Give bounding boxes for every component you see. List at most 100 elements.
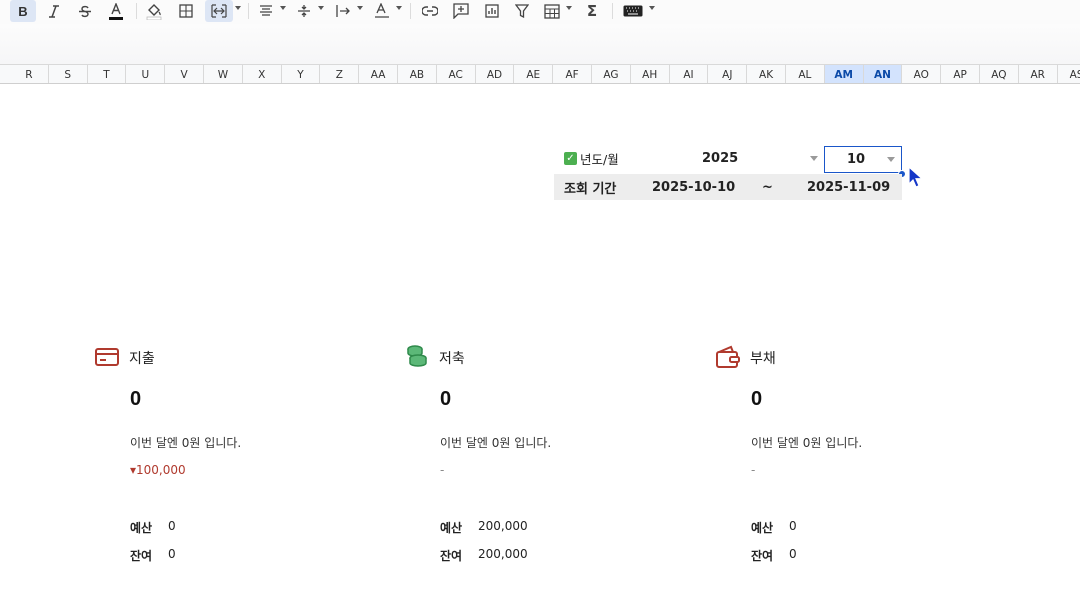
italic-button[interactable] <box>42 0 66 22</box>
text-rotate-button[interactable] <box>370 0 394 22</box>
column-header-an[interactable]: AN <box>863 65 903 83</box>
insert-link-button[interactable] <box>418 0 442 22</box>
card-budget-value: 200,000 <box>478 519 528 533</box>
period-start-date: 2025-10-10 <box>652 179 736 195</box>
merge-cells-icon <box>211 4 227 18</box>
column-header-v[interactable]: V <box>165 65 204 83</box>
input-tools-button[interactable] <box>620 0 646 22</box>
card-budget-label: 예산 <box>130 521 153 535</box>
text-wrap-dropdown-icon[interactable] <box>357 6 363 10</box>
formula-area <box>0 24 1080 64</box>
card-title: 지출 <box>129 351 155 367</box>
bold-icon: B <box>18 3 28 19</box>
column-header-x[interactable]: X <box>243 65 282 83</box>
checkbox-icon[interactable]: ✓ <box>564 151 577 165</box>
align-vertical-button[interactable] <box>292 0 316 22</box>
card-budget-label: 예산 <box>751 521 774 535</box>
card-remaining-label: 잔여 <box>130 549 153 563</box>
align-center-icon <box>260 5 272 16</box>
year-month-label-cell: ✓ 년도/월 <box>564 148 619 168</box>
column-header-r[interactable]: R <box>10 65 49 83</box>
month-value: 10 <box>847 152 866 167</box>
column-header-ai[interactable]: AI <box>670 65 709 83</box>
text-rotate-icon <box>375 3 389 18</box>
toolbar-separator <box>248 3 249 19</box>
card-description: 이번 달엔 0원 입니다. <box>751 436 863 450</box>
card-remaining-value: 0 <box>789 547 797 561</box>
table-icon <box>544 3 560 19</box>
column-header-u[interactable]: U <box>126 65 166 83</box>
card-description: 이번 달엔 0원 입니다. <box>130 436 242 450</box>
borders-icon <box>179 4 193 18</box>
column-header-aa[interactable]: AA <box>359 65 398 83</box>
period-end-date: 2025-11-09 <box>807 179 891 195</box>
column-header-aj[interactable]: AJ <box>708 65 748 83</box>
column-header-ap[interactable]: AP <box>941 65 980 83</box>
text-wrap-icon <box>336 5 350 17</box>
card-budget-row: 예산 200,000 <box>440 519 528 536</box>
year-dropdown-arrow-icon[interactable] <box>810 156 818 161</box>
align-vertical-icon <box>298 5 310 17</box>
card-amount: 0 <box>751 388 763 410</box>
column-header-ab[interactable]: AB <box>398 65 437 83</box>
column-header-bar: R S T U V W X Y Z AA AB AC AD AE AF AG AH AI AJ AK AL AM AN AO A… <box>0 64 1080 84</box>
borders-button[interactable] <box>174 0 198 22</box>
filter-button[interactable] <box>510 0 534 22</box>
column-header-ar[interactable]: AR <box>1019 65 1058 83</box>
card-change: - <box>751 463 756 477</box>
column-header-af[interactable]: AF <box>553 65 592 83</box>
month-dropdown-arrow-icon[interactable] <box>887 157 895 162</box>
card-description: 이번 달엔 0원 입니다. <box>440 436 552 450</box>
toolbar-separator <box>612 3 613 19</box>
column-header-aq[interactable]: AQ <box>980 65 1019 83</box>
column-header-am[interactable]: AM <box>824 65 864 83</box>
text-color-button[interactable] <box>104 0 128 22</box>
fill-color-button[interactable] <box>142 0 166 22</box>
year-value: 2025 <box>702 150 739 166</box>
column-header-ah[interactable]: AH <box>631 65 670 83</box>
column-header-ak[interactable]: AK <box>747 65 786 83</box>
year-month-label: 년도/월 <box>580 151 619 167</box>
align-horizontal-button[interactable] <box>254 0 278 22</box>
insert-chart-button[interactable] <box>480 0 504 22</box>
table-button[interactable] <box>540 0 564 22</box>
sigma-icon: Σ <box>586 2 598 20</box>
year-dropdown[interactable]: 2025 <box>632 146 822 170</box>
column-header-z[interactable]: Z <box>320 65 360 83</box>
table-dropdown-icon[interactable] <box>566 6 572 10</box>
column-header-ao[interactable]: AO <box>902 65 942 83</box>
card-budget-value: 0 <box>789 519 797 533</box>
text-rotate-dropdown-icon[interactable] <box>396 6 402 10</box>
column-header-ac[interactable]: AC <box>437 65 476 83</box>
bold-button[interactable]: B <box>10 0 36 22</box>
text-wrap-button[interactable] <box>331 0 355 22</box>
card-remaining-value: 0 <box>168 547 176 561</box>
merge-cells-button[interactable] <box>205 0 233 22</box>
input-tools-dropdown-icon[interactable] <box>649 6 655 10</box>
align-horizontal-dropdown-icon[interactable] <box>280 6 286 10</box>
column-header-ag[interactable]: AG <box>592 65 631 83</box>
column-header-ad[interactable]: AD <box>476 65 515 83</box>
function-button[interactable]: Σ <box>580 0 604 22</box>
merge-cells-dropdown-icon[interactable] <box>235 6 241 10</box>
savings-card: 저축 0 이번 달엔 0원 입니다. - 예산 200,000 잔여 200,0… <box>404 344 684 574</box>
month-dropdown[interactable]: 10 <box>824 146 902 173</box>
column-header-s[interactable]: S <box>49 65 88 83</box>
column-header-w[interactable]: W <box>204 65 243 83</box>
card-amount: 0 <box>130 388 142 410</box>
card-change: ▾100,000 <box>130 463 186 477</box>
query-period-row: 조회 기간 2025-10-10 ~ 2025-11-09 <box>554 174 902 200</box>
align-vertical-dropdown-icon[interactable] <box>318 6 324 10</box>
period-label: 조회 기간 <box>564 181 617 197</box>
column-header-ae[interactable]: AE <box>514 65 554 83</box>
strikethrough-button[interactable] <box>73 0 97 22</box>
column-header-al[interactable]: AL <box>786 65 825 83</box>
column-header-y[interactable]: Y <box>282 65 321 83</box>
comment-icon <box>453 3 469 19</box>
card-amount: 0 <box>440 388 452 410</box>
insert-comment-button[interactable] <box>449 0 473 22</box>
column-header-as[interactable]: AS <box>1058 65 1080 83</box>
column-header-t[interactable]: T <box>88 65 127 83</box>
period-separator: ~ <box>762 179 773 195</box>
card-budget-value: 0 <box>168 519 176 533</box>
